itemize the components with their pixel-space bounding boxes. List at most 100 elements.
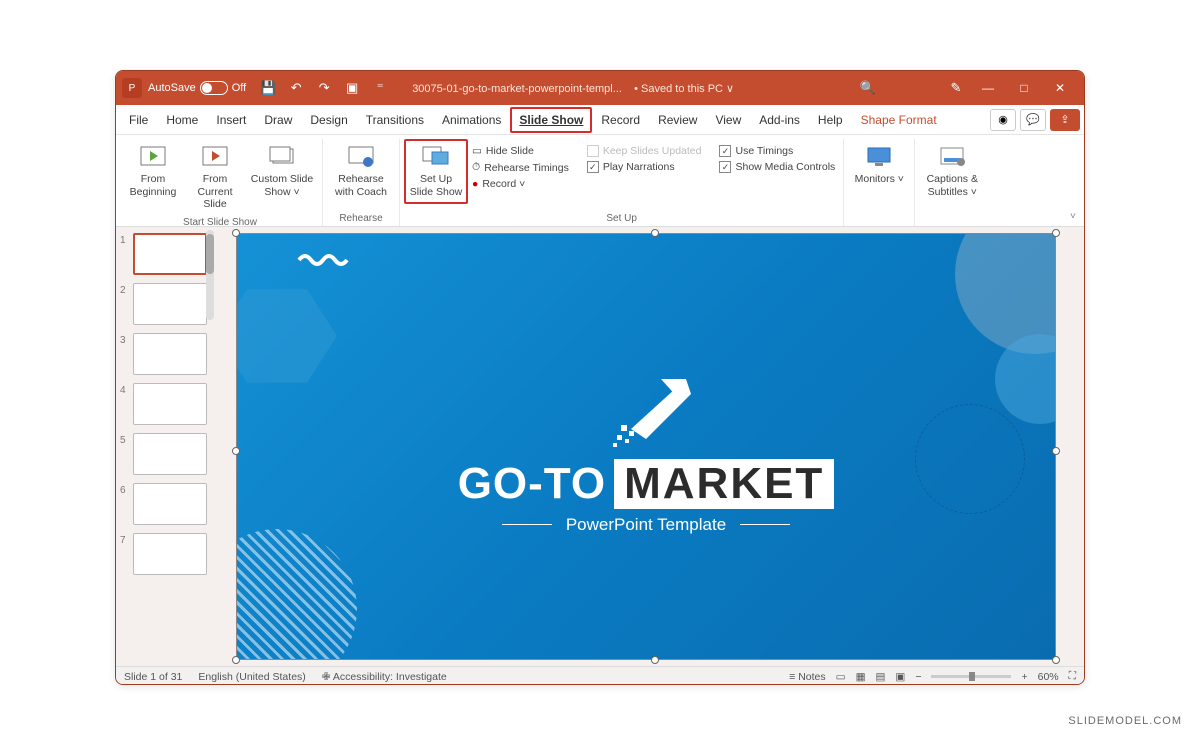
thumb-preview bbox=[133, 383, 207, 425]
group-start-slideshow: From Beginning From Current Slide Custom… bbox=[118, 139, 323, 226]
thumbnail-6[interactable]: 6 bbox=[120, 483, 216, 525]
thumbnail-7[interactable]: 7 bbox=[120, 533, 216, 575]
watermark: SLIDEMODEL.COM bbox=[1068, 715, 1182, 727]
tab-view[interactable]: View bbox=[706, 107, 750, 133]
setup-small-col1: ▭Hide Slide ⏱Rehearse Timings ●Record ˅ bbox=[468, 139, 573, 192]
thumbnail-2[interactable]: 2 bbox=[120, 283, 216, 325]
tab-shape-format[interactable]: Shape Format bbox=[852, 107, 946, 133]
slide-subtitle: PowerPoint Template bbox=[502, 515, 790, 535]
tab-addins[interactable]: Add-ins bbox=[750, 107, 809, 133]
tab-insert[interactable]: Insert bbox=[207, 107, 255, 133]
draw-mode-icon[interactable]: ✎ bbox=[944, 76, 968, 100]
setup-small-col2: Keep Slides Updated ✓Play Narrations bbox=[573, 139, 706, 175]
tab-animations[interactable]: Animations bbox=[433, 107, 510, 133]
thumbnail-3[interactable]: 3 bbox=[120, 333, 216, 375]
view-slideshow-icon[interactable]: ▣ bbox=[895, 671, 905, 683]
zoom-in-icon[interactable]: + bbox=[1021, 671, 1027, 683]
close-button[interactable]: ✕ bbox=[1042, 74, 1078, 102]
record-button[interactable]: ●Record ˅ bbox=[468, 176, 573, 192]
window-title: 30075-01-go-to-market-powerpoint-templ..… bbox=[394, 82, 854, 95]
comments-icon[interactable]: 💬 bbox=[1020, 109, 1046, 131]
use-timings-check[interactable]: ✓Use Timings bbox=[715, 143, 839, 159]
ribbon: From Beginning From Current Slide Custom… bbox=[116, 135, 1084, 227]
view-normal-icon[interactable]: ▭ bbox=[836, 671, 846, 683]
from-beginning-button[interactable]: From Beginning bbox=[122, 139, 184, 204]
hide-slide-button[interactable]: ▭Hide Slide bbox=[468, 143, 573, 159]
language-status[interactable]: English (United States) bbox=[198, 671, 305, 683]
menu-tabs: File Home Insert Draw Design Transitions… bbox=[116, 105, 1084, 135]
keep-updated-check[interactable]: Keep Slides Updated bbox=[583, 143, 706, 159]
custom-slideshow-button[interactable]: Custom Slide Show ˅ bbox=[246, 139, 318, 204]
titlebar: P AutoSave Off 💾 ↶ ↷ ▣ ⁼ 30075-01-go-to-… bbox=[116, 71, 1084, 105]
thumbnail-4[interactable]: 4 bbox=[120, 383, 216, 425]
tab-file[interactable]: File bbox=[120, 107, 157, 133]
slide-count: Slide 1 of 31 bbox=[124, 671, 182, 683]
setup-small-col3: ✓Use Timings ✓Show Media Controls bbox=[705, 139, 839, 175]
zoom-value[interactable]: 60% bbox=[1038, 671, 1059, 683]
zoom-slider[interactable] bbox=[931, 675, 1011, 678]
setup-icon bbox=[422, 145, 450, 169]
title-part-b: MARKET bbox=[614, 459, 834, 509]
slide-canvas[interactable]: GO-TO MARKET PowerPoint Template bbox=[218, 227, 1084, 666]
rehearse-timings-button[interactable]: ⏱Rehearse Timings bbox=[468, 159, 573, 176]
thumbnail-panel[interactable]: 1GO-TO MARKET 2 3 4 5 6 7 bbox=[116, 227, 218, 666]
show-media-check[interactable]: ✓Show Media Controls bbox=[715, 159, 839, 175]
tab-design[interactable]: Design bbox=[301, 107, 356, 133]
tab-slide-show[interactable]: Slide Show bbox=[510, 107, 592, 133]
present-icon[interactable]: ▣ bbox=[340, 76, 364, 100]
editor-area: 1GO-TO MARKET 2 3 4 5 6 7 bbox=[116, 227, 1084, 666]
from-current-button[interactable]: From Current Slide bbox=[184, 139, 246, 217]
selection-handle[interactable] bbox=[651, 656, 659, 664]
selection-handle[interactable] bbox=[651, 229, 659, 237]
group-setup: Set Up Slide Show ▭Hide Slide ⏱Rehearse … bbox=[400, 139, 844, 226]
group-label: Set Up bbox=[606, 213, 637, 226]
tab-transitions[interactable]: Transitions bbox=[357, 107, 433, 133]
tab-home[interactable]: Home bbox=[157, 107, 207, 133]
tab-review[interactable]: Review bbox=[649, 107, 706, 133]
autosave-toggle[interactable]: AutoSave Off bbox=[148, 81, 246, 95]
zoom-out-icon[interactable]: − bbox=[915, 671, 921, 683]
play-narrations-check[interactable]: ✓Play Narrations bbox=[583, 159, 706, 175]
accessibility-status[interactable]: ✙ Accessibility: Investigate bbox=[322, 671, 447, 683]
thumb-preview: GO-TO MARKET bbox=[133, 233, 207, 275]
fit-window-icon[interactable]: ⛶ bbox=[1069, 670, 1076, 683]
captions-button[interactable]: Captions & Subtitles ˅ bbox=[919, 139, 985, 204]
selection-handle[interactable] bbox=[1052, 656, 1060, 664]
group-rehearse: Rehearse with Coach Rehearse bbox=[323, 139, 400, 226]
captions-icon bbox=[938, 145, 966, 169]
checkbox-icon: ✓ bbox=[719, 161, 731, 173]
camera-icon[interactable]: ◉ bbox=[990, 109, 1016, 131]
save-icon[interactable]: 💾 bbox=[256, 76, 280, 100]
tab-help[interactable]: Help bbox=[809, 107, 852, 133]
overflow-icon[interactable]: ⁼ bbox=[368, 76, 392, 100]
search-icon[interactable]: 🔍 bbox=[856, 76, 880, 100]
tab-record[interactable]: Record bbox=[592, 107, 649, 133]
selection-handle[interactable] bbox=[1052, 447, 1060, 455]
notes-button[interactable]: ≡ Notes bbox=[789, 671, 825, 683]
tab-draw[interactable]: Draw bbox=[255, 107, 301, 133]
slide[interactable]: GO-TO MARKET PowerPoint Template bbox=[236, 233, 1056, 660]
thumbnail-scrollbar[interactable] bbox=[206, 230, 214, 320]
maximize-button[interactable]: □ bbox=[1006, 74, 1042, 102]
selection-handle[interactable] bbox=[232, 656, 240, 664]
view-reading-icon[interactable]: ▤ bbox=[876, 671, 886, 683]
selection-handle[interactable] bbox=[232, 447, 240, 455]
redo-icon[interactable]: ↷ bbox=[312, 76, 336, 100]
share-button[interactable]: ⇪ bbox=[1050, 109, 1080, 131]
selection-handle[interactable] bbox=[1052, 229, 1060, 237]
rehearse-coach-button[interactable]: Rehearse with Coach bbox=[327, 139, 395, 204]
undo-icon[interactable]: ↶ bbox=[284, 76, 308, 100]
checkbox-icon: ✓ bbox=[719, 145, 731, 157]
thumb-preview bbox=[133, 533, 207, 575]
slide-content: GO-TO MARKET PowerPoint Template bbox=[237, 234, 1055, 659]
record-icon: ● bbox=[472, 178, 478, 190]
minimize-button[interactable]: — bbox=[970, 74, 1006, 102]
thumbnail-5[interactable]: 5 bbox=[120, 433, 216, 475]
selection-handle[interactable] bbox=[232, 229, 240, 237]
play-current-icon bbox=[201, 145, 229, 169]
thumbnail-1[interactable]: 1GO-TO MARKET bbox=[120, 233, 216, 275]
collapse-ribbon-icon[interactable]: ˅ bbox=[1064, 206, 1082, 226]
setup-slideshow-button[interactable]: Set Up Slide Show bbox=[404, 139, 468, 204]
view-sorter-icon[interactable]: ▦ bbox=[856, 671, 866, 683]
monitors-button[interactable]: Monitors ˅ bbox=[848, 139, 910, 192]
